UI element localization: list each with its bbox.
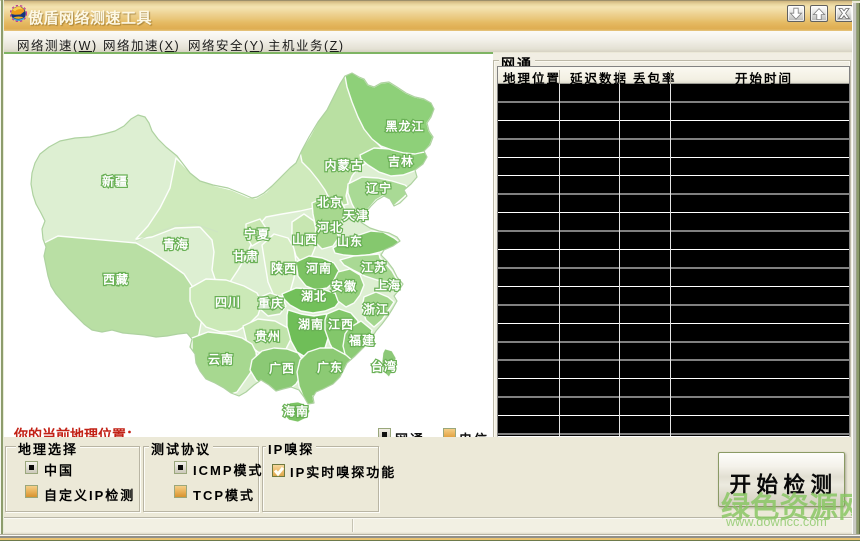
svg-text:北京: 北京 [317, 195, 343, 210]
svg-text:宁夏: 宁夏 [244, 227, 270, 242]
svg-text:海南: 海南 [283, 404, 309, 419]
svg-text:河南: 河南 [305, 261, 332, 276]
svg-text:辽宁: 辽宁 [366, 181, 392, 196]
svg-text:湖北: 湖北 [301, 289, 327, 304]
svg-text:山东: 山东 [337, 234, 363, 249]
svg-text:陕西: 陕西 [271, 261, 297, 276]
svg-text:河北: 河北 [316, 220, 343, 235]
svg-text:吉林: 吉林 [388, 154, 414, 169]
svg-text:新疆: 新疆 [102, 174, 128, 189]
svg-text:江苏: 江苏 [361, 260, 387, 275]
svg-text:广东: 广东 [317, 360, 343, 375]
svg-text:天津: 天津 [343, 208, 369, 223]
svg-text:广西: 广西 [269, 361, 295, 376]
svg-text:内蒙古: 内蒙古 [324, 158, 363, 173]
svg-text:重庆: 重庆 [258, 296, 284, 311]
svg-text:云南: 云南 [208, 352, 234, 367]
svg-text:江西: 江西 [328, 317, 354, 332]
svg-text:甘肃: 甘肃 [233, 249, 259, 264]
svg-text:四川: 四川 [215, 296, 241, 310]
svg-text:浙江: 浙江 [363, 302, 389, 317]
svg-text:山西: 山西 [292, 232, 318, 247]
svg-text:黑龙江: 黑龙江 [385, 119, 424, 134]
svg-text:上海: 上海 [375, 278, 401, 293]
svg-text:贵州: 贵州 [255, 329, 281, 344]
svg-text:福建: 福建 [348, 333, 375, 348]
svg-text:青海: 青海 [163, 237, 189, 252]
svg-text:台湾: 台湾 [371, 359, 397, 374]
svg-text:安徽: 安徽 [331, 279, 357, 294]
svg-text:西藏: 西藏 [103, 272, 129, 287]
svg-text:湖南: 湖南 [298, 317, 324, 332]
